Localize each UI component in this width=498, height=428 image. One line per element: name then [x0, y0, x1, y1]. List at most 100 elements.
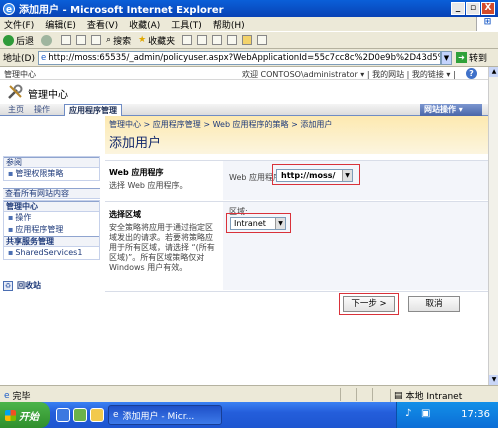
help-icon[interactable]: ? [466, 68, 477, 79]
nav-item-operations[interactable]: ▪ 操作 [4, 212, 99, 224]
window-title: 添加用户 - Microsoft Internet Explorer [19, 5, 224, 16]
site-header: 管理中心 [0, 80, 488, 104]
central-admin-section: 管理中心 ▪ 操作 ▪ 应用程序管理 共享服务管理 ▪ SharedServices1 [3, 200, 100, 260]
see-also-heading: 参阅 [4, 157, 99, 168]
media-quicklaunch-icon[interactable] [73, 408, 87, 422]
top-nav-tabs: 主页 操作 应用程序管理 网站操作 ▾ [0, 104, 488, 116]
forward-arrow-icon [41, 34, 53, 46]
tab-home[interactable]: 主页 [4, 104, 28, 116]
breadcrumb[interactable]: 管理中心 > 应用程序管理 > Web 应用程序的策略 > 添加用户 [109, 119, 332, 130]
view-all-content-link[interactable]: 查看所有网站内容 [3, 188, 100, 199]
cancel-button[interactable]: 取消 [408, 296, 460, 312]
maximize-button[interactable]: ▫ [466, 2, 480, 15]
status-bar: e 完毕 ▤ 本地 Intranet [0, 385, 498, 402]
site-actions-menu[interactable]: 网站操作 ▾ [420, 104, 482, 116]
webapp-section-heading: Web 应用程序 [109, 168, 164, 177]
favorites-button[interactable]: ★ 收藏夹 [138, 34, 175, 47]
close-button[interactable]: X [481, 2, 495, 15]
network-icon[interactable]: ▣ [421, 408, 430, 419]
manage-policy-link[interactable]: ▪ 管理权限策略 [4, 168, 99, 180]
tab-operations[interactable]: 操作 [30, 104, 54, 116]
zone-section-description: 选择区域 安全策略将应用于通过指定区域发出的请求。若要将策略应用于所有区域，请选… [109, 210, 219, 273]
folder-quicklaunch-icon[interactable] [90, 408, 104, 422]
back-button[interactable]: 后退 [3, 34, 34, 47]
system-tray: ♪ ▣ 17:36 [396, 402, 498, 428]
webapp-section-description: Web 应用程序 选择 Web 应用程序。 [109, 168, 219, 191]
go-button[interactable]: ➜ 转到 [455, 51, 487, 64]
central-admin-heading[interactable]: 管理中心 [4, 201, 99, 212]
vertical-scrollbar[interactable]: ▲ ▼ [488, 67, 498, 385]
zone-section-text: 安全策略将应用于通过指定区域发出的请求。若要将策略应用于所有区域，请选择 “(所… [109, 223, 215, 272]
page-title: 添加用户 [109, 136, 162, 151]
start-button[interactable]: 开始 [0, 402, 50, 428]
address-bar: 地址(D) e http://moss:65535/_admin/policyu… [0, 49, 498, 67]
tools-icon [8, 84, 23, 99]
menu-tools[interactable]: 工具(T) [171, 18, 202, 31]
webapp-section-controls: Web 应用程序: http://moss/ ▼ [223, 161, 488, 200]
menu-help[interactable]: 帮助(H) [213, 18, 245, 31]
menu-view[interactable]: 查看(V) [87, 18, 118, 31]
address-label: 地址(D) [3, 54, 35, 64]
recycle-bin-link[interactable]: ♻ 回收站 [3, 280, 41, 291]
taskbar-window-button[interactable]: e 添加用户 - Micr... [108, 405, 222, 425]
toolbar: 后退 ⌕ 搜索 ★ 收藏夹 [0, 31, 498, 49]
highlight-box [339, 293, 399, 315]
page-title-area: 管理中心 > 应用程序管理 > Web 应用程序的策略 > 添加用户 添加用户 [105, 116, 488, 154]
search-button[interactable]: ⌕ 搜索 [106, 34, 131, 47]
folder-icon[interactable] [242, 35, 253, 45]
site-name-link[interactable]: 管理中心 [4, 69, 36, 80]
menu-file[interactable]: 文件(F) [4, 18, 34, 31]
clock[interactable]: 17:36 [461, 409, 490, 420]
edit-icon[interactable] [227, 35, 238, 45]
left-navigation: 参阅 ▪ 管理权限策略 查看所有网站内容 管理中心 ▪ 操作 ▪ 应用程序管理 共享服… [0, 116, 103, 385]
windows-logo-icon: ⊞ [476, 17, 498, 31]
page-icon: e [4, 390, 10, 401]
webapp-section-text: 选择 Web 应用程序。 [109, 181, 188, 190]
ie-icon: e [3, 2, 15, 15]
go-arrow-icon: ➜ [455, 52, 467, 63]
highlight-box [272, 164, 360, 185]
address-dropdown-icon[interactable]: ▼ [440, 50, 452, 65]
zone-section-heading: 选择区域 [109, 210, 141, 219]
user-links[interactable]: 欢迎 CONTOSO\administrator ▾ | 我的网站 | 我的链接… [242, 69, 456, 80]
nav-item-app-management[interactable]: ▪ 应用程序管理 [4, 224, 99, 236]
main-content: 管理中心 > 应用程序管理 > Web 应用程序的策略 > 添加用户 添加用户 … [105, 116, 488, 385]
menu-favorites[interactable]: 收藏(A) [129, 18, 160, 31]
volume-icon[interactable]: ♪ [405, 408, 411, 419]
windows-flag-icon [5, 409, 16, 421]
print-icon[interactable] [212, 35, 223, 45]
ie-quicklaunch-icon[interactable] [56, 408, 70, 422]
scroll-up-icon[interactable]: ▲ [489, 67, 498, 77]
refresh-icon[interactable] [76, 35, 87, 45]
status-cell [356, 388, 371, 401]
security-zone[interactable]: ▤ 本地 Intranet [390, 389, 462, 402]
window-title-bar[interactable]: e 添加用户 - Microsoft Internet Explorer _ ▫… [0, 0, 498, 17]
menu-bar: 文件(F) 编辑(E) 查看(V) 收藏(A) 工具(T) 帮助(H) ⊞ [0, 17, 498, 31]
highlight-box [226, 213, 291, 233]
site-title: 管理中心 [28, 90, 68, 101]
address-input[interactable]: e http://moss:65535/_admin/policyuser.as… [37, 50, 441, 65]
search-icon: ⌕ [106, 35, 112, 45]
status-text: e 完毕 [4, 390, 31, 403]
stop-icon[interactable] [61, 35, 72, 45]
minimize-button[interactable]: _ [451, 2, 465, 15]
tab-app-management[interactable]: 应用程序管理 [64, 104, 122, 116]
star-icon: ★ [138, 35, 147, 45]
see-also-section: 参阅 ▪ 管理权限策略 [3, 156, 100, 181]
browser-viewport: 管理中心 欢迎 CONTOSO\administrator ▾ | 我的网站 |… [0, 67, 488, 385]
status-cell [340, 388, 355, 401]
shared-services-heading[interactable]: 共享服务管理 [4, 236, 99, 247]
menu-edit[interactable]: 编辑(E) [45, 18, 76, 31]
mail-icon[interactable] [197, 35, 208, 45]
scroll-down-icon[interactable]: ▼ [489, 375, 498, 385]
messenger-icon[interactable] [257, 35, 268, 45]
history-icon[interactable] [182, 35, 193, 45]
zone-section-controls: 区域: Intranet ▼ [223, 202, 488, 290]
status-cell [372, 388, 387, 401]
forward-button[interactable] [41, 34, 54, 46]
divider [105, 291, 488, 292]
back-arrow-icon [3, 34, 14, 46]
page-icon: e [40, 52, 47, 63]
home-icon[interactable] [91, 35, 102, 45]
nav-item-ssp[interactable]: ▪ SharedServices1 [4, 247, 99, 259]
